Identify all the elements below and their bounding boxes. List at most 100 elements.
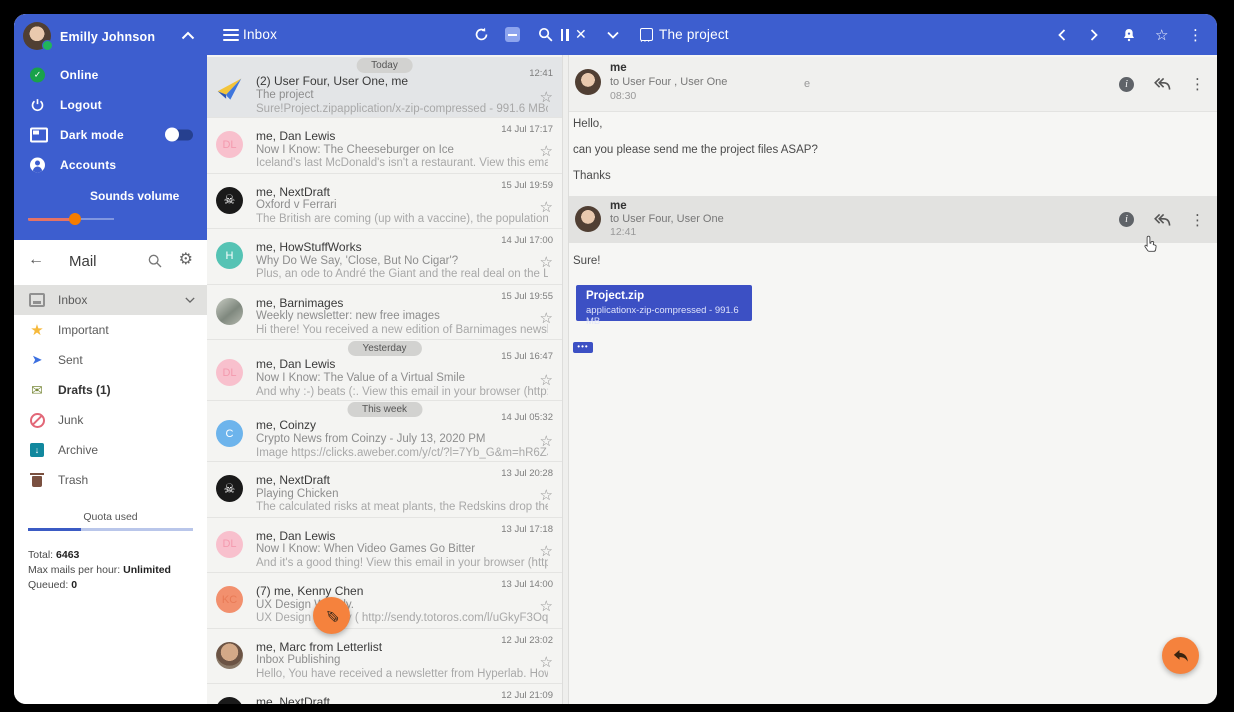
email-sender: me, HowStuffWorks (256, 240, 500, 254)
folder-item-important[interactable]: ★Important (14, 315, 207, 345)
chevron-down-icon (607, 31, 619, 39)
refresh-button[interactable] (473, 14, 490, 55)
next-thread-button[interactable] (1090, 14, 1098, 55)
avatar (575, 69, 601, 95)
menu-item-dark-mode[interactable]: Dark mode (14, 122, 207, 148)
quota-total: Total: 6463 (28, 549, 79, 561)
email-time: 12 Jul 21:09 (501, 690, 553, 701)
notifications-button[interactable] (1121, 14, 1137, 55)
column-divider[interactable] (562, 55, 569, 704)
email-list-item[interactable]: Hme, HowStuffWorksWhy Do We Say, 'Close,… (207, 229, 562, 285)
dark-mode-toggle[interactable] (167, 130, 193, 141)
thread-menu-button[interactable]: ⋮ (1188, 14, 1203, 55)
star-outline-icon[interactable]: ☆ (540, 486, 553, 504)
search-icon[interactable] (147, 253, 163, 269)
folder-item-junk[interactable]: Junk (14, 405, 207, 435)
info-icon[interactable]: i (1119, 212, 1134, 227)
show-trimmed-content-button[interactable]: ••• (573, 342, 593, 353)
email-list-item[interactable]: Today(2) User Four, User One, meThe proj… (207, 57, 562, 118)
list-title: Inbox (243, 14, 277, 55)
close-search-button[interactable]: ✕ (575, 14, 587, 55)
reply-all-icon[interactable] (1152, 76, 1172, 92)
indeterminate-checkbox-icon (505, 27, 520, 42)
attachment-card[interactable]: Project.zip applicationx-zip-compressed … (576, 285, 752, 321)
collapse-button[interactable] (607, 14, 619, 55)
email-list-item[interactable]: DLme, Dan LewisNow I Know: The Cheesebur… (207, 118, 562, 174)
email-list-item[interactable]: KC(7) me, Kenny ChenUX Design Weekly.UX … (207, 573, 562, 629)
slider-handle[interactable] (69, 213, 81, 225)
menu-item-logout[interactable]: Logout (14, 92, 207, 118)
star-outline-icon[interactable]: ☆ (540, 371, 553, 389)
star-outline-icon[interactable]: ☆ (540, 88, 553, 106)
kebab-menu-icon[interactable]: ⋮ (1190, 75, 1205, 93)
sender-avatar (216, 298, 243, 325)
star-thread-button[interactable]: ☆ (1155, 14, 1168, 55)
star-outline-icon[interactable]: ☆ (540, 653, 553, 671)
chevron-down-icon[interactable] (185, 297, 195, 304)
search-button[interactable] (537, 14, 554, 55)
compose-button[interactable]: ✎ (313, 597, 350, 634)
sender-avatar: ☠ (216, 697, 243, 704)
star-outline-icon[interactable]: ☆ (540, 309, 553, 327)
folder-item-trash[interactable]: Trash (14, 465, 207, 495)
online-check-icon: ✓ (30, 68, 45, 83)
reply-button[interactable] (1162, 637, 1199, 674)
quota-label: Quota used (14, 511, 207, 523)
back-arrow-icon[interactable]: ← (28, 251, 44, 269)
email-list-item[interactable]: This weekCme, CoinzyCrypto News from Coi… (207, 401, 562, 462)
app-window: Inbox ✕ The project ☆ (14, 14, 1217, 704)
menu-button[interactable] (223, 14, 239, 55)
email-sender: (2) User Four, User One, me (256, 74, 500, 88)
date-group-chip: Yesterday (347, 341, 421, 356)
kebab-menu-icon: ⋮ (1188, 26, 1203, 44)
email-preview: Image https://clicks.aweber.com/y/ct/?l=… (256, 447, 548, 459)
star-outline-icon[interactable]: ☆ (540, 432, 553, 450)
star-outline-icon[interactable]: ☆ (540, 198, 553, 216)
message-header[interactable]: me to User Four, User One 12:41 i ⋮ (567, 196, 1217, 243)
sender-avatar: DL (216, 359, 243, 386)
message-recipients: to User Four , User One (610, 76, 727, 88)
email-preview: Iceland's last McDonald's isn't a restau… (256, 157, 548, 169)
email-list-item[interactable]: me, Marc from LetterlistInbox Publishing… (207, 629, 562, 685)
email-sender: me, NextDraft (256, 473, 500, 487)
folder-item-archive[interactable]: ↓Archive (14, 435, 207, 465)
email-sender: me, Marc from Letterlist (256, 640, 500, 654)
email-list-item[interactable]: me, BarnimagesWeekly newsletter: new fre… (207, 285, 562, 341)
email-list-item[interactable]: ☠me, NextDraft12 Jul 21:09☆ (207, 684, 562, 704)
email-time: 14 Jul 17:17 (501, 124, 553, 135)
menu-item-online[interactable]: ✓ Online (14, 62, 207, 88)
filter-bars-button[interactable] (559, 14, 570, 55)
email-subject: Oxford v Ferrari (256, 199, 532, 211)
email-list-item[interactable]: YesterdayDLme, Dan LewisNow I Know: The … (207, 340, 562, 401)
email-list-item[interactable]: ☠me, NextDraftOxford v FerrariThe Britis… (207, 174, 562, 230)
star-outline-icon[interactable]: ☆ (540, 597, 553, 615)
email-sender: me, Barnimages (256, 296, 500, 310)
message-from: me (610, 62, 627, 74)
email-list-item[interactable]: DLme, Dan LewisNow I Know: When Video Ga… (207, 518, 562, 574)
email-time: 12 Jul 23:02 (501, 635, 553, 646)
star-outline-icon[interactable]: ☆ (540, 253, 553, 271)
message-body-line: can you please send me the project files… (573, 144, 818, 156)
star-outline-icon[interactable]: ☆ (540, 542, 553, 560)
kebab-menu-icon[interactable]: ⋮ (1190, 211, 1205, 229)
folder-item-inbox[interactable]: Inbox (14, 285, 207, 315)
reply-all-icon[interactable] (1152, 212, 1172, 228)
volume-slider[interactable] (28, 213, 114, 225)
user-avatar[interactable] (23, 22, 51, 50)
email-subject: Now I Know: The Value of a Virtual Smile (256, 372, 532, 384)
info-icon[interactable]: i (1119, 77, 1134, 92)
folder-item-sent[interactable]: ➤Sent (14, 345, 207, 375)
email-time: 13 Jul 14:00 (501, 579, 553, 590)
menu-item-accounts[interactable]: Accounts (14, 152, 207, 178)
email-list-item[interactable]: ☠me, NextDraftPlaying ChickenThe calcula… (207, 462, 562, 518)
folder-label: Archive (58, 443, 98, 457)
mail-title: Mail (69, 253, 97, 270)
chevron-up-icon[interactable] (181, 31, 195, 41)
folder-item-drafts[interactable]: ✉Drafts (1) (14, 375, 207, 405)
message-header[interactable]: me to User Four , User One e 08:30 i ⋮ (567, 57, 1217, 112)
star-outline-icon[interactable]: ☆ (540, 142, 553, 160)
select-all-button[interactable] (505, 14, 520, 55)
sender-avatar: H (216, 242, 243, 269)
prev-thread-button[interactable] (1058, 14, 1066, 55)
gear-icon[interactable]: ⚙ (179, 249, 193, 269)
